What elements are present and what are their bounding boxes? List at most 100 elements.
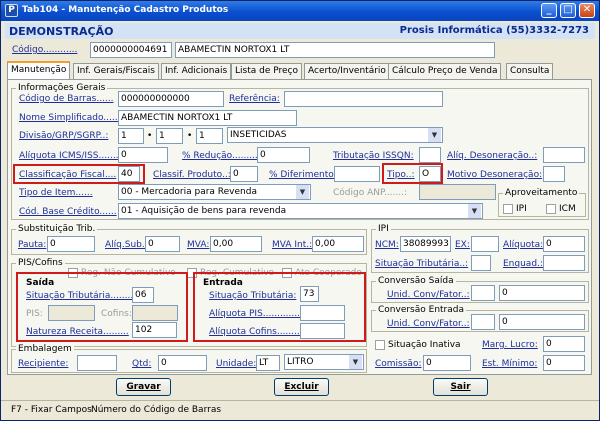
maximize-icon: □: [563, 4, 573, 15]
packaging-title: Embalagem: [16, 343, 74, 355]
qty-label: Qtd:: [132, 359, 152, 369]
fiscal-class-field[interactable]: 40: [118, 166, 140, 182]
division-field[interactable]: 1: [118, 128, 144, 144]
tab-inf-adicionais[interactable]: Inf. Adicionais: [161, 63, 232, 79]
pauta-field[interactable]: 0: [47, 236, 95, 252]
saida-title: Saída: [26, 278, 55, 288]
window-title: Tab104 - Manutenção Cadastro Produtos: [22, 5, 229, 15]
division-separator-1: •: [147, 131, 153, 141]
mva-int-field[interactable]: 0,00: [312, 236, 364, 252]
subst-title: Substituição Trib.: [16, 223, 98, 235]
reduction-label: % Redução.........:: [182, 151, 261, 161]
subgroup-field[interactable]: 1: [196, 128, 223, 144]
title-bar[interactable]: P Tab104 - Manutenção Cadastro Produtos …: [1, 1, 599, 21]
conv-saida-factor-field[interactable]: 0: [499, 285, 585, 301]
type-field[interactable]: O: [419, 166, 441, 182]
tab-consulta[interactable]: Consulta: [506, 63, 554, 79]
minimize-button[interactable]: _: [541, 3, 557, 18]
group-field[interactable]: 1: [156, 128, 183, 144]
header-strip: DEMONSTRAÇÃO Prosis Informática (55)3332…: [5, 23, 595, 39]
aliq-deson-field[interactable]: [543, 147, 585, 163]
type-label: Tipo..:: [387, 170, 415, 180]
barcode-label: Código de Barras......: [19, 94, 114, 104]
min-stock-field[interactable]: 0: [543, 355, 585, 371]
saida-sit-field[interactable]: 06: [132, 287, 154, 303]
pis-cofins-title: PIS/Cofins: [16, 257, 65, 269]
icms-field[interactable]: 0: [118, 147, 168, 163]
conv-entrada-title: Conversão Entrada: [376, 304, 466, 316]
code-label: Código............: [12, 45, 78, 55]
anp-field[interactable]: [419, 184, 496, 200]
product-description-field[interactable]: ABAMECTIN NORTOX1 LT: [175, 42, 495, 58]
ncm-field[interactable]: 38089993: [400, 236, 451, 252]
entrada-aliq-pis-label: Alíquota PIS.............: [209, 309, 300, 319]
entrada-aliq-pis-field[interactable]: [300, 305, 345, 321]
tab-calculo-preco-venda[interactable]: Cálculo Preço de Venda: [388, 63, 502, 79]
aliq-sub-field[interactable]: 0: [145, 236, 180, 252]
unit-name-select[interactable]: LITRO: [284, 354, 364, 370]
fiscal-class-label: Classificação Fiscal....: [19, 170, 117, 180]
use-title: Aproveitamento: [503, 187, 580, 199]
delete-button[interactable]: Excluir: [274, 378, 329, 396]
vendor-contact-label: Prosis Informática (55)3332-7273: [399, 25, 589, 36]
exit-button[interactable]: Sair: [433, 378, 488, 396]
product-class-field[interactable]: 0: [230, 166, 258, 182]
saida-cofins-field[interactable]: [132, 305, 178, 321]
minimize-icon: _: [546, 4, 552, 15]
tab-manutencao[interactable]: Manutenção: [7, 61, 71, 79]
conv-entrada-unit-field[interactable]: [471, 314, 495, 330]
barcode-field[interactable]: 000000000000: [118, 91, 224, 107]
tab-acerto-inventario[interactable]: Acerto/Inventário: [304, 63, 390, 79]
division-name-select[interactable]: INSETICIDAS: [227, 127, 443, 143]
inactive-label: Situação Inativa: [388, 340, 461, 350]
profit-field[interactable]: 0: [543, 336, 585, 352]
reference-field[interactable]: [284, 91, 443, 107]
code-field[interactable]: 0000000004691: [90, 42, 172, 58]
ipi-checkbox[interactable]: [503, 204, 513, 214]
base-credit-select[interactable]: 01 - Aquisição de bens para revenda: [118, 203, 483, 219]
mva-label: MVA:: [187, 240, 210, 250]
ipi-aliq-field[interactable]: 0: [543, 236, 585, 252]
deson-reason-label: Motivo Desoneração:: [447, 170, 543, 180]
save-button[interactable]: Gravar: [116, 378, 171, 396]
entrada-sit-field[interactable]: 73: [300, 286, 319, 302]
profit-label: Marg. Lucro:: [482, 340, 538, 350]
qty-field[interactable]: 0: [158, 355, 207, 371]
deson-reason-field[interactable]: [543, 166, 565, 182]
deferment-field[interactable]: [334, 166, 380, 182]
inactive-checkbox[interactable]: [375, 340, 385, 350]
icm-checkbox[interactable]: [546, 204, 556, 214]
status-field-hint: Número do Código de Barras: [91, 405, 222, 415]
ex-field[interactable]: [471, 236, 499, 252]
enq-field[interactable]: [543, 255, 585, 271]
entrada-sit-label: Situação Tributária:: [209, 291, 297, 301]
conv-saida-title: Conversão Saída: [376, 275, 456, 287]
tab-lista-preco[interactable]: Lista de Preço: [231, 63, 302, 79]
reference-label: Referência:: [229, 94, 280, 104]
mva-int-label: MVA Int.:: [272, 240, 313, 250]
entrada-aliq-cofins-field[interactable]: [300, 323, 345, 339]
saida-pis-label: PIS:: [26, 309, 43, 319]
tab-inf-gerais-fiscais[interactable]: Inf. Gerais/Fiscais: [73, 63, 159, 79]
reduction-field[interactable]: 0: [257, 147, 310, 163]
recipient-field[interactable]: [77, 355, 117, 371]
simple-name-field[interactable]: ABAMECTIN NORTOX1 LT: [118, 110, 297, 126]
conv-entrada-label: Unid. Conv/Fator..:: [387, 319, 470, 329]
maximize-button[interactable]: □: [560, 3, 576, 18]
aliq-deson-label: Alíq. Desoneração..:: [447, 151, 538, 161]
saida-nat-field[interactable]: 102: [132, 322, 177, 338]
anp-label: Código ANP.......:: [333, 188, 408, 198]
mva-field[interactable]: 0,00: [210, 236, 262, 252]
unit-field[interactable]: LT: [256, 355, 280, 371]
conv-saida-unit-field[interactable]: [471, 285, 495, 301]
ncm-label: NCM:: [375, 240, 399, 250]
commission-field[interactable]: 0: [423, 355, 471, 371]
ipi-sit-field[interactable]: [471, 255, 491, 271]
issqn-field[interactable]: [419, 147, 441, 163]
close-button[interactable]: ✕: [579, 3, 595, 18]
saida-pis-field[interactable]: [48, 305, 95, 321]
company-mode-label: DEMONSTRAÇÃO: [9, 25, 114, 38]
product-class-label: Classif. Produto..:: [153, 170, 231, 180]
conv-entrada-factor-field[interactable]: 0: [499, 314, 585, 330]
item-type-select[interactable]: 00 - Mercadoria para Revenda: [118, 184, 311, 200]
